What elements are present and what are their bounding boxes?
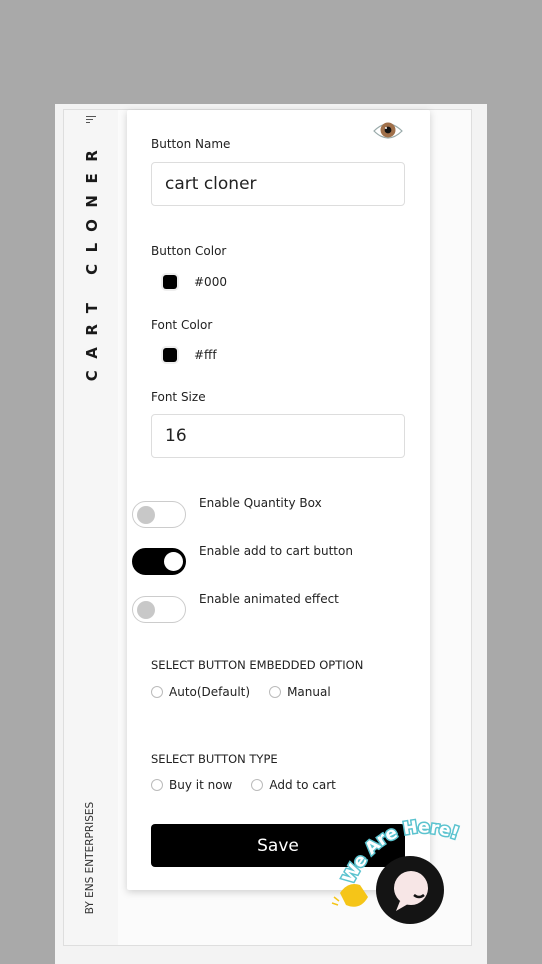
- toggle-knob: [164, 552, 183, 571]
- radio-manual[interactable]: Manual: [269, 685, 331, 699]
- radio-circle[interactable]: [151, 686, 163, 698]
- brand-logo: CART CLONER: [83, 138, 101, 382]
- eye-icon[interactable]: [372, 118, 404, 144]
- radio-auto-default[interactable]: Auto(Default): [151, 685, 250, 699]
- button-color-swatch[interactable]: [163, 275, 177, 289]
- font-color-picker[interactable]: #fff: [163, 348, 217, 362]
- menu-icon[interactable]: [86, 116, 98, 126]
- toggle-knob: [137, 601, 155, 619]
- button-color-label: Button Color: [151, 244, 227, 258]
- radio-add-to-cart[interactable]: Add to cart: [251, 778, 336, 792]
- settings-card: Button Name Button Color #000 Font Color…: [127, 110, 430, 890]
- button-color-picker[interactable]: #000: [163, 275, 227, 289]
- font-color-label: Font Color: [151, 318, 213, 332]
- chat-bubble-icon: [376, 856, 444, 924]
- toggle-knob: [137, 506, 155, 524]
- radio-circle[interactable]: [269, 686, 282, 698]
- font-size-input[interactable]: [151, 414, 405, 458]
- chat-widget[interactable]: We Are Here!: [330, 815, 480, 930]
- byline: BY ENS ENTERPRISES: [84, 801, 96, 914]
- font-color-value: #fff: [194, 348, 217, 362]
- font-size-label: Font Size: [151, 390, 206, 404]
- radio-buy-it-now[interactable]: Buy it now: [151, 778, 232, 792]
- button-type-title: SELECT BUTTON TYPE: [151, 752, 278, 766]
- embedded-option-title: SELECT BUTTON EMBEDDED OPTION: [151, 658, 364, 672]
- button-type-group: Buy it now Add to cart: [151, 778, 355, 792]
- button-name-label: Button Name: [151, 137, 231, 151]
- animated-effect-label: Enable animated effect: [199, 592, 339, 606]
- quantity-box-toggle[interactable]: [132, 501, 186, 528]
- animated-effect-toggle[interactable]: [132, 596, 186, 623]
- add-to-cart-toggle[interactable]: [132, 548, 186, 575]
- radio-circle[interactable]: [151, 779, 163, 791]
- button-color-value: #000: [194, 275, 227, 289]
- add-to-cart-label: Enable add to cart button: [199, 544, 353, 558]
- quantity-box-label: Enable Quantity Box: [199, 496, 322, 510]
- waving-hand-icon: [331, 884, 368, 907]
- embedded-option-group: Auto(Default) Manual: [151, 685, 350, 699]
- sidebar: CART CLONER BY ENS ENTERPRISES: [64, 110, 118, 945]
- font-color-swatch[interactable]: [163, 348, 177, 362]
- button-name-input[interactable]: [151, 162, 405, 206]
- radio-circle[interactable]: [251, 779, 264, 791]
